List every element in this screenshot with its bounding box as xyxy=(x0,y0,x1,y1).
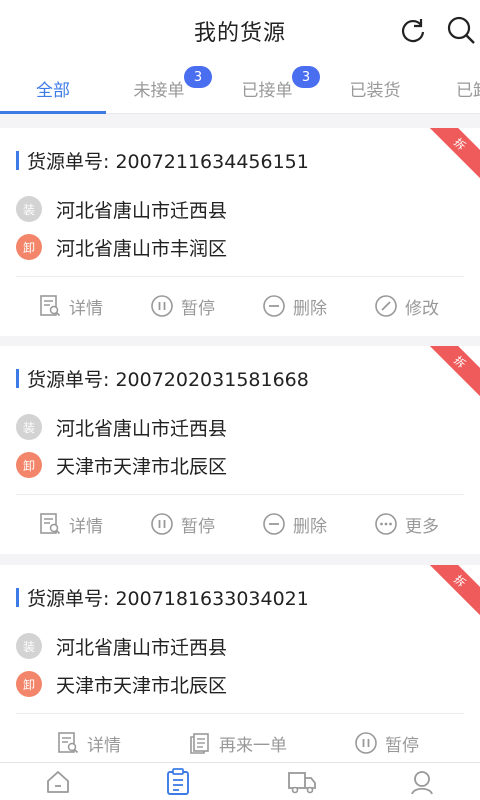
more-label: 更多 xyxy=(405,516,439,537)
split-ribbon: 拆 xyxy=(417,565,480,624)
copy-icon xyxy=(190,733,209,754)
home-icon[interactable] xyxy=(38,767,78,797)
detail-icon xyxy=(58,732,79,754)
delete-icon xyxy=(263,513,285,535)
cargo-card[interactable]: 拆 货源单号: 2007181633034021 装河北省唐山市迁西县 卸天津市… xyxy=(0,565,480,762)
cargo-number: 货源单号: 2007181633034021 xyxy=(16,585,309,610)
accent-bar xyxy=(16,368,19,388)
load-location: 装河北省唐山市迁西县 xyxy=(16,631,227,661)
unload-tag: 卸 xyxy=(16,234,42,260)
detail-label: 详情 xyxy=(69,516,103,537)
active-tab-indicator xyxy=(0,111,106,114)
accent-bar xyxy=(16,587,19,607)
pause-icon xyxy=(151,513,173,535)
load-address: 河北省唐山市迁西县 xyxy=(56,199,228,222)
pause-button[interactable]: 暂停 xyxy=(150,290,215,322)
tab-unloaded[interactable]: 已卸 xyxy=(440,62,480,113)
unload-address: 河北省唐山市丰润区 xyxy=(56,237,228,260)
tab-loaded[interactable]: 已装货 xyxy=(322,62,428,113)
detail-button[interactable]: 详情 xyxy=(56,727,121,759)
detail-button[interactable]: 详情 xyxy=(38,290,103,322)
delete-label: 删除 xyxy=(293,516,327,537)
unload-location: 卸天津市天津市北辰区 xyxy=(16,669,227,699)
cargo-number-text: 货源单号: 2007202031581668 xyxy=(27,368,309,391)
delete-button[interactable]: 删除 xyxy=(262,290,327,322)
unload-address: 天津市天津市北辰区 xyxy=(56,674,228,697)
load-location: 装河北省唐山市迁西县 xyxy=(16,412,227,442)
unload-tag: 卸 xyxy=(16,452,42,478)
orders-icon[interactable] xyxy=(158,767,198,797)
detail-label: 详情 xyxy=(87,735,121,756)
unload-location: 卸天津市天津市北辰区 xyxy=(16,450,227,480)
pause-icon xyxy=(151,295,173,317)
more-button[interactable]: 更多 xyxy=(374,508,439,540)
pause-label: 暂停 xyxy=(181,516,215,537)
reorder-label: 再来一单 xyxy=(219,735,287,756)
detail-label: 详情 xyxy=(69,298,103,319)
delete-icon xyxy=(263,295,285,317)
cargo-number: 货源单号: 2007202031581668 xyxy=(16,366,309,391)
edit-icon xyxy=(375,295,397,317)
pause-label: 暂停 xyxy=(181,298,215,319)
bottom-nav xyxy=(0,762,480,800)
cargo-card[interactable]: 拆 货源单号: 2007202031581668 装河北省唐山市迁西县 卸天津市… xyxy=(0,346,480,554)
pause-button[interactable]: 暂停 xyxy=(354,727,419,759)
page-title: 我的货源 xyxy=(193,21,286,46)
cargo-number-text: 货源单号: 2007181633034021 xyxy=(27,587,309,610)
divider xyxy=(16,276,464,277)
search-icon[interactable] xyxy=(444,13,478,47)
delete-button[interactable]: 删除 xyxy=(262,508,327,540)
accent-bar xyxy=(16,150,19,170)
load-tag: 装 xyxy=(16,196,42,222)
unload-tag: 卸 xyxy=(16,671,42,697)
edit-button[interactable]: 修改 xyxy=(374,290,439,322)
edit-label: 修改 xyxy=(405,298,439,319)
delete-label: 删除 xyxy=(293,298,327,319)
detail-button[interactable]: 详情 xyxy=(38,508,103,540)
pause-button[interactable]: 暂停 xyxy=(150,508,215,540)
split-ribbon: 拆 xyxy=(417,128,480,187)
unload-location: 卸河北省唐山市丰润区 xyxy=(16,232,227,262)
divider xyxy=(16,494,464,495)
pause-icon xyxy=(355,732,377,754)
load-address: 河北省唐山市迁西县 xyxy=(56,417,228,440)
divider xyxy=(16,713,464,714)
cargo-number: 货源单号: 2007211634456151 xyxy=(16,148,309,173)
detail-icon xyxy=(40,295,61,317)
load-address: 河北省唐山市迁西县 xyxy=(56,636,228,659)
tab-accepted-badge: 3 xyxy=(292,66,320,88)
load-location: 装河北省唐山市迁西县 xyxy=(16,194,227,224)
load-tag: 装 xyxy=(16,414,42,440)
profile-icon[interactable] xyxy=(402,767,442,797)
load-tag: 装 xyxy=(16,633,42,659)
refresh-icon[interactable] xyxy=(396,13,430,47)
detail-icon xyxy=(40,513,61,535)
tab-not-accepted-badge: 3 xyxy=(184,66,212,88)
reorder-button[interactable]: 再来一单 xyxy=(188,727,287,759)
split-ribbon: 拆 xyxy=(417,346,480,405)
header-bar: 我的货源 xyxy=(0,0,480,62)
truck-icon[interactable] xyxy=(282,767,322,797)
pause-label: 暂停 xyxy=(385,735,419,756)
status-tabs: 全部 未接单 3 已接单 3 已装货 已卸 xyxy=(0,62,480,114)
cargo-number-text: 货源单号: 2007211634456151 xyxy=(27,150,309,173)
more-icon xyxy=(375,513,397,535)
cargo-card[interactable]: 拆 货源单号: 2007211634456151 装河北省唐山市迁西县 卸河北省… xyxy=(0,128,480,336)
unload-address: 天津市天津市北辰区 xyxy=(56,455,228,478)
tab-all[interactable]: 全部 xyxy=(0,62,106,113)
